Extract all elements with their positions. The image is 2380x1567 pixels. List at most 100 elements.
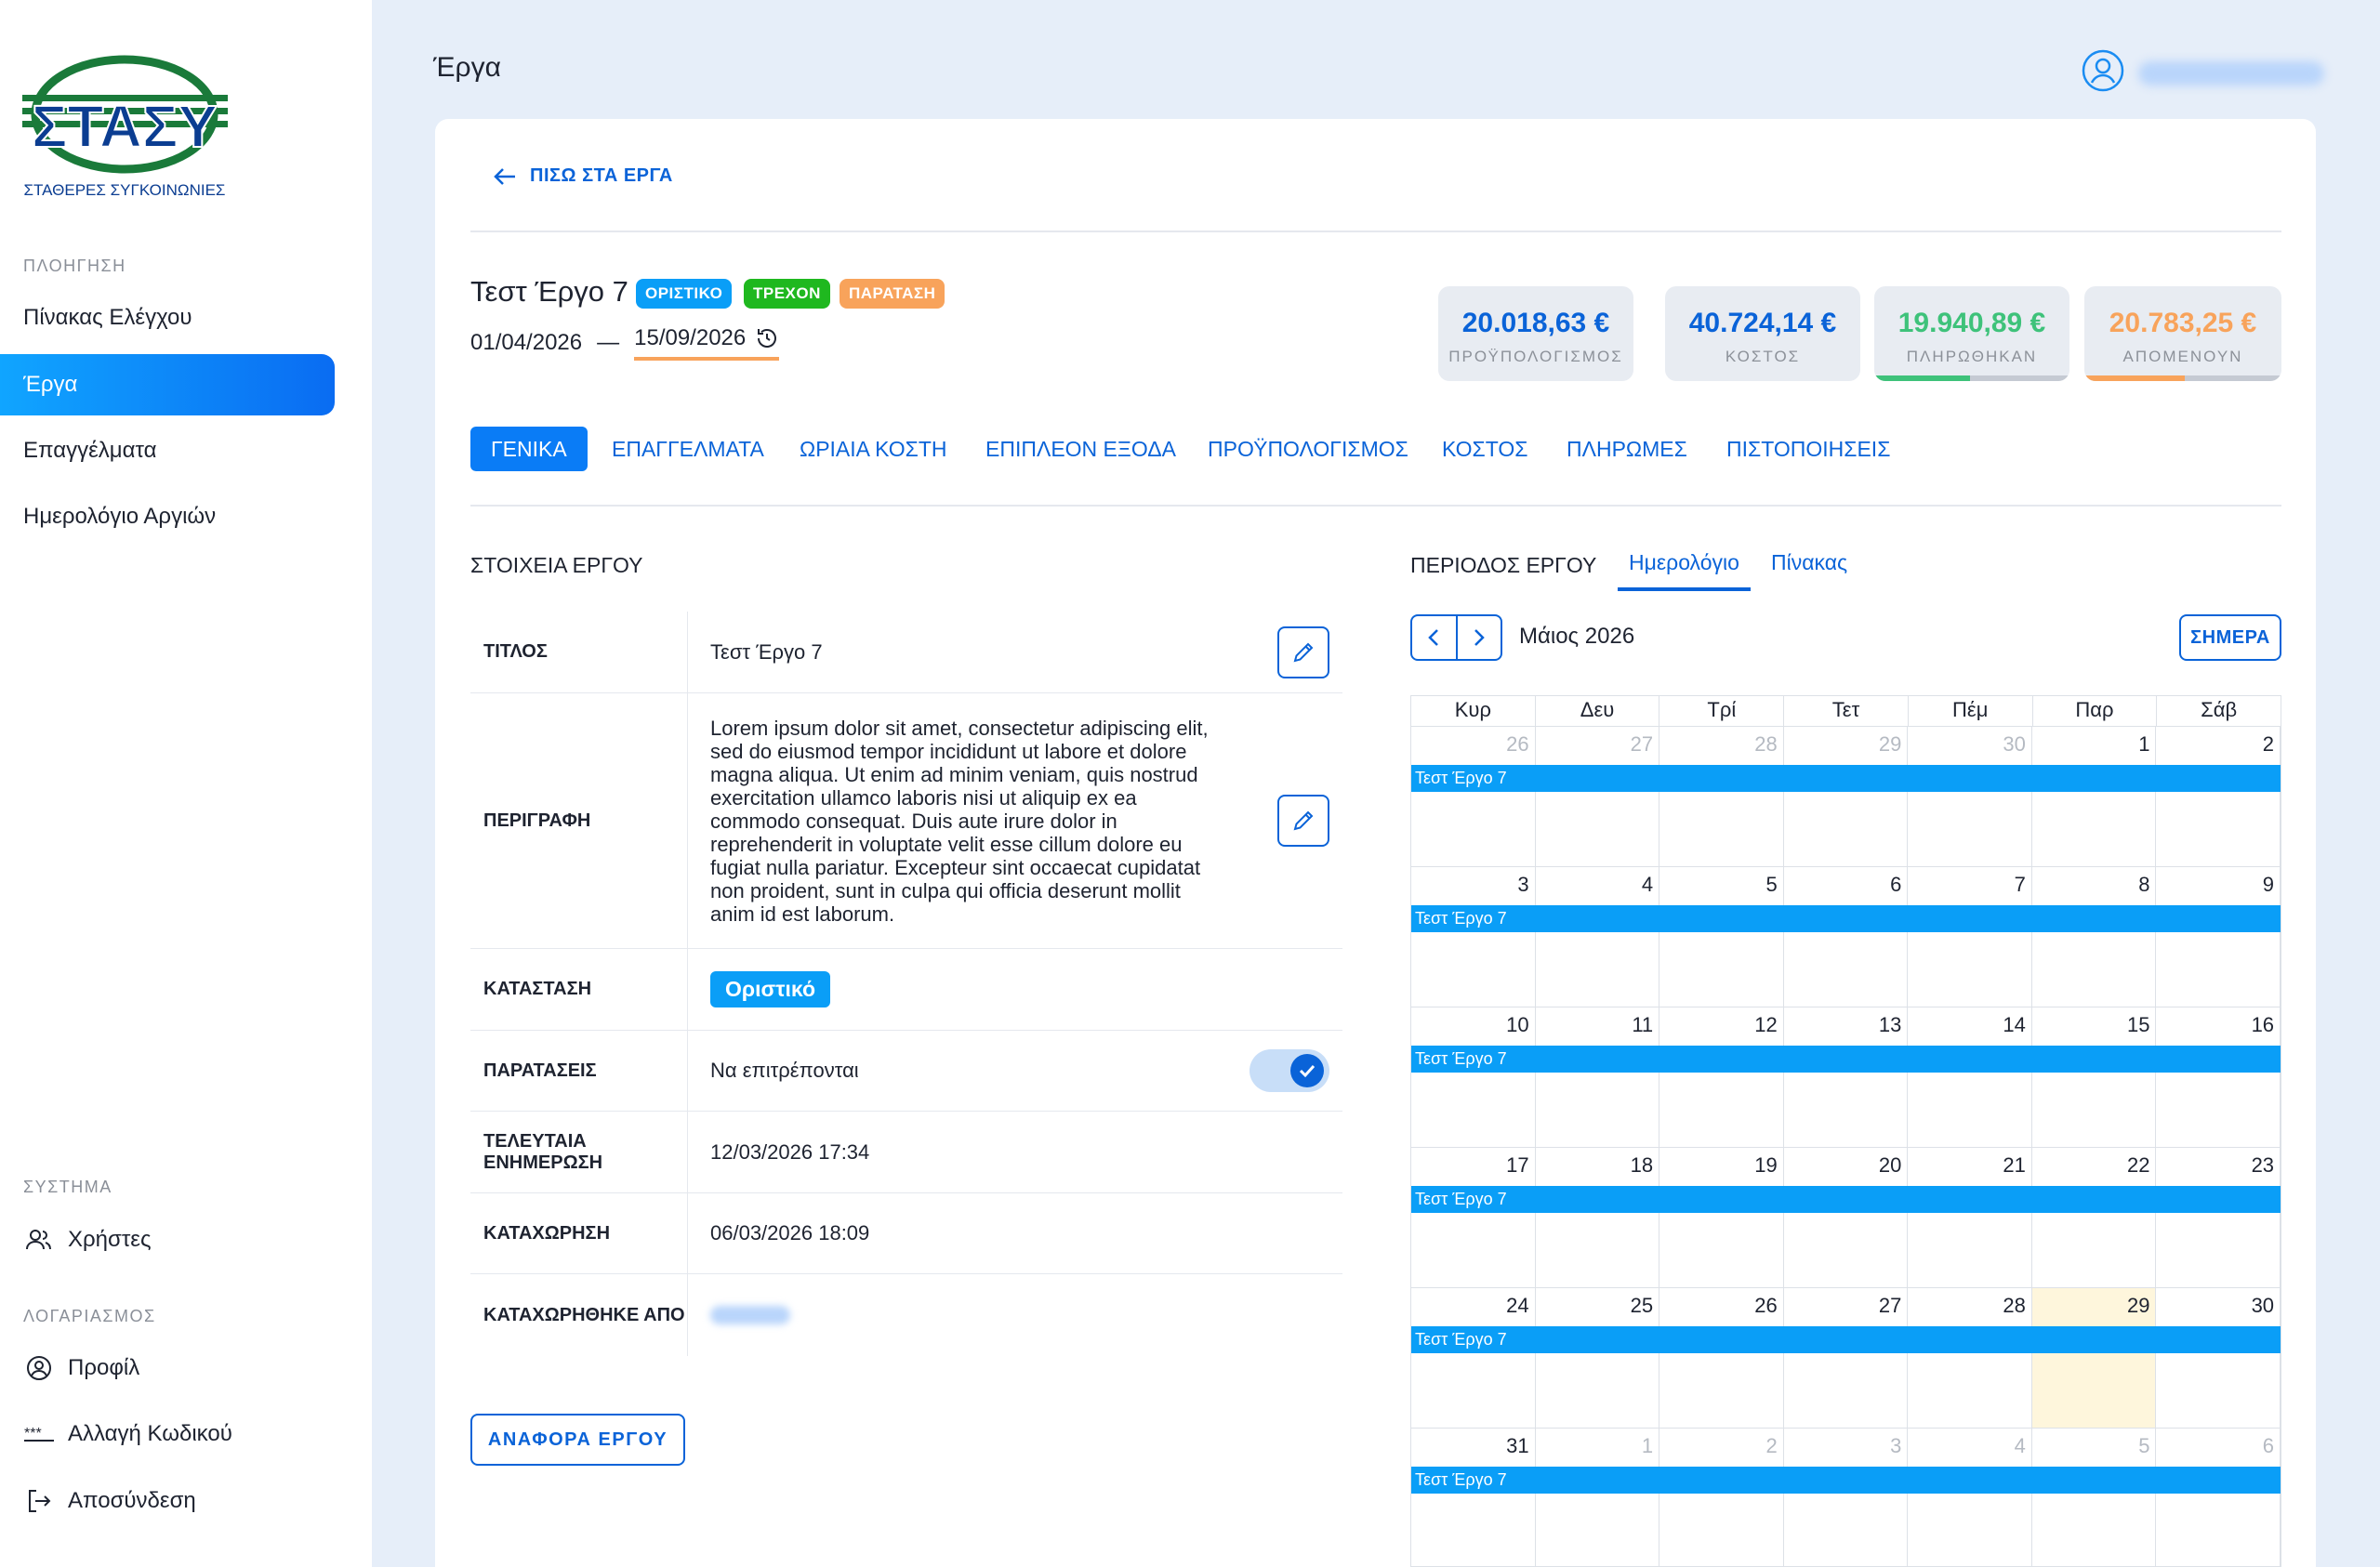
arrow-left-icon bbox=[494, 167, 515, 185]
calendar-day[interactable]: 11 bbox=[1536, 1007, 1660, 1147]
back-to-projects-link[interactable]: ΠΙΣΩ ΣΤΑ ΕΡΓΑ bbox=[493, 165, 673, 187]
calendar-day[interactable]: 29 bbox=[1784, 727, 1909, 866]
edit-description-button[interactable] bbox=[1277, 795, 1329, 847]
calendar-day[interactable]: 16 bbox=[2156, 1007, 2281, 1147]
check-icon bbox=[1290, 1054, 1324, 1087]
detail-row-extensions: ΠΑΡΑΤΑΣΕΙΣ Να επιτρέπονται bbox=[470, 1031, 1342, 1112]
calendar-event[interactable]: Τεστ Έργο 7 bbox=[1411, 905, 2281, 932]
nav-item-profile[interactable]: Προφίλ bbox=[23, 1350, 139, 1387]
nav-item-dashboard[interactable]: Πίνακας Ελέγχου bbox=[0, 287, 335, 349]
detail-label: ΚΑΤΑΧΩΡΗΣΗ bbox=[470, 1193, 688, 1273]
calendar-event[interactable]: Τεστ Έργο 7 bbox=[1411, 765, 2281, 792]
weekday-label: Δευ bbox=[1536, 696, 1660, 726]
nav-item-projects[interactable]: Έργα bbox=[0, 354, 335, 415]
nav-item-professions[interactable]: Επαγγέλματα bbox=[0, 420, 335, 481]
tab-calendar-view[interactable]: Ημερολόγιο bbox=[1618, 550, 1751, 591]
calendar-day[interactable]: 30 bbox=[2156, 1288, 2281, 1428]
pencil-icon bbox=[1293, 810, 1314, 831]
calendar-day[interactable]: 8 bbox=[2032, 867, 2157, 1007]
tab-payments[interactable]: ΠΛΗΡΩΜΕΣ bbox=[1567, 427, 1687, 471]
calendar-day[interactable]: 19 bbox=[1659, 1148, 1784, 1287]
calendar-day[interactable]: 12 bbox=[1659, 1007, 1784, 1147]
tab-professions[interactable]: ΕΠΑΓΓΕΛΜΑΤΑ bbox=[612, 427, 764, 471]
calendar-day[interactable]: 25 bbox=[1536, 1288, 1660, 1428]
created-by-blurred bbox=[710, 1306, 790, 1324]
calendar-day[interactable]: 15 bbox=[2032, 1007, 2157, 1147]
tab-certifications[interactable]: ΠΙΣΤΟΠΟΙΗΣΕΙΣ bbox=[1726, 427, 1890, 471]
stat-cost-value: 40.724,14 € bbox=[1688, 308, 1837, 338]
nav-item-holidays[interactable]: Ημερολόγιο Αργιών bbox=[0, 486, 335, 547]
calendar-event[interactable]: Τεστ Έργο 7 bbox=[1411, 1046, 2281, 1073]
calendar-day[interactable]: 3 bbox=[1411, 867, 1536, 1007]
nav-item-change-password[interactable]: *** Αλλαγή Κωδικού bbox=[23, 1416, 232, 1453]
calendar-day[interactable]: 3 bbox=[1784, 1429, 1909, 1566]
calendar-day[interactable]: 27 bbox=[1536, 727, 1660, 866]
account-section-label: ΛΟΓΑΡΙΑΣΜΟΣ bbox=[23, 1307, 156, 1325]
calendar-event[interactable]: Τεστ Έργο 7 bbox=[1411, 1326, 2281, 1353]
calendar-event[interactable]: Τεστ Έργο 7 bbox=[1411, 1186, 2281, 1213]
calendar-day[interactable]: 30 bbox=[1908, 727, 2032, 866]
tab-table-view[interactable]: Πίνακας bbox=[1771, 550, 1847, 591]
calendar-day[interactable]: 2 bbox=[2156, 727, 2281, 866]
calendar-day[interactable]: 26 bbox=[1411, 727, 1536, 866]
stat-budget-value: 20.018,63 € bbox=[1461, 308, 1610, 338]
date-end[interactable]: 15/09/2026 bbox=[634, 325, 780, 361]
calendar-day[interactable]: 1 bbox=[2032, 727, 2157, 866]
calendar-day[interactable]: 18 bbox=[1536, 1148, 1660, 1287]
nav-item-logout[interactable]: Αποσύνδεση bbox=[23, 1482, 196, 1520]
tab-hourly-costs[interactable]: ΩΡΙΑΙΑ ΚΟΣΤΗ bbox=[800, 427, 947, 471]
user-icon bbox=[2081, 48, 2125, 98]
status-badge-final: ΟΡΙΣΤΙΚΟ bbox=[636, 279, 733, 309]
extensions-toggle[interactable] bbox=[1250, 1049, 1329, 1092]
calendar-day[interactable]: 23 bbox=[2156, 1148, 2281, 1287]
calendar-day[interactable]: 17 bbox=[1411, 1148, 1536, 1287]
calendar-day[interactable]: 6 bbox=[2156, 1429, 2281, 1566]
calendar-day[interactable]: 20 bbox=[1784, 1148, 1909, 1287]
calendar-day[interactable]: 9 bbox=[2156, 867, 2281, 1007]
calendar-day[interactable]: 1 bbox=[1536, 1429, 1660, 1566]
calendar-week: 3 4 5 6 7 8 9 Τεστ Έργο 7 bbox=[1410, 866, 2281, 1007]
calendar-day[interactable]: 6 bbox=[1784, 867, 1909, 1007]
calendar-day[interactable]: 13 bbox=[1784, 1007, 1909, 1147]
tab-general[interactable]: ΓΕΝΙΚΑ bbox=[470, 427, 588, 471]
edit-title-button[interactable] bbox=[1277, 625, 1329, 678]
calendar-day[interactable]: 7 bbox=[1908, 867, 2032, 1007]
calendar-day[interactable]: 26 bbox=[1659, 1288, 1784, 1428]
next-month-button[interactable] bbox=[1458, 616, 1501, 659]
calendar-day[interactable]: 28 bbox=[1659, 727, 1784, 866]
tab-cost[interactable]: ΚΟΣΤΟΣ bbox=[1442, 427, 1527, 471]
nav-item-users[interactable]: Χρήστες bbox=[23, 1221, 152, 1258]
history-icon bbox=[758, 329, 777, 348]
today-button[interactable]: ΣΗΜΕΡΑ bbox=[2179, 614, 2281, 661]
calendar-day[interactable]: 5 bbox=[1659, 867, 1784, 1007]
divider bbox=[470, 230, 2281, 232]
calendar-day[interactable]: 4 bbox=[1908, 1429, 2032, 1566]
tab-budget[interactable]: ΠΡΟΫΠΟΛΟΓΙΣΜΟΣ bbox=[1208, 427, 1408, 471]
calendar-day[interactable]: 4 bbox=[1536, 867, 1660, 1007]
calendar-day[interactable]: 28 bbox=[1908, 1288, 2032, 1428]
tab-extra-expenses[interactable]: ΕΠΙΠΛΕΟΝ ΕΞΟΔΑ bbox=[985, 427, 1176, 471]
calendar-day[interactable]: 10 bbox=[1411, 1007, 1536, 1147]
calendar-event[interactable]: Τεστ Έργο 7 bbox=[1411, 1467, 2281, 1494]
detail-label: ΤΙΤΛΟΣ bbox=[470, 612, 688, 692]
calendar-day[interactable]: 5 bbox=[2032, 1429, 2157, 1566]
calendar-day[interactable]: 21 bbox=[1908, 1148, 2032, 1287]
calendar-week: 17 18 19 20 21 22 23 Τεστ Έργο 7 bbox=[1410, 1147, 2281, 1287]
calendar-week: 10 11 12 13 14 15 16 Τεστ Έργο 7 bbox=[1410, 1007, 2281, 1147]
calendar-day[interactable]: 24 bbox=[1411, 1288, 1536, 1428]
project-title: Τεστ Έργο 7 bbox=[470, 275, 628, 308]
calendar-day[interactable]: 27 bbox=[1784, 1288, 1909, 1428]
user-menu[interactable] bbox=[2081, 48, 2324, 98]
date-end-value: 15/09/2026 bbox=[634, 325, 747, 350]
detail-label: ΠΕΡΙΓΡΑΦΗ bbox=[470, 693, 688, 948]
calendar-day[interactable]: 14 bbox=[1908, 1007, 2032, 1147]
calendar-day[interactable]: 2 bbox=[1659, 1429, 1784, 1566]
prev-month-button[interactable] bbox=[1412, 616, 1458, 659]
calendar-day[interactable]: 29 bbox=[2031, 1288, 2157, 1428]
project-report-button[interactable]: ΑΝΑΦΟΡΑ ΕΡΓΟΥ bbox=[470, 1414, 685, 1466]
calendar-day[interactable]: 22 bbox=[2032, 1148, 2157, 1287]
calendar-day[interactable]: 31 bbox=[1411, 1429, 1536, 1566]
month-title: Μάιος 2026 bbox=[1519, 624, 1635, 649]
stat-paid-progress bbox=[1874, 375, 2069, 381]
stasy-logo[interactable]: ΣΤΑΣΥ ΣΤΑΘΕΡΕΣ ΣΥΓΚΟΙΝΩΝΙΕΣ bbox=[20, 54, 230, 203]
